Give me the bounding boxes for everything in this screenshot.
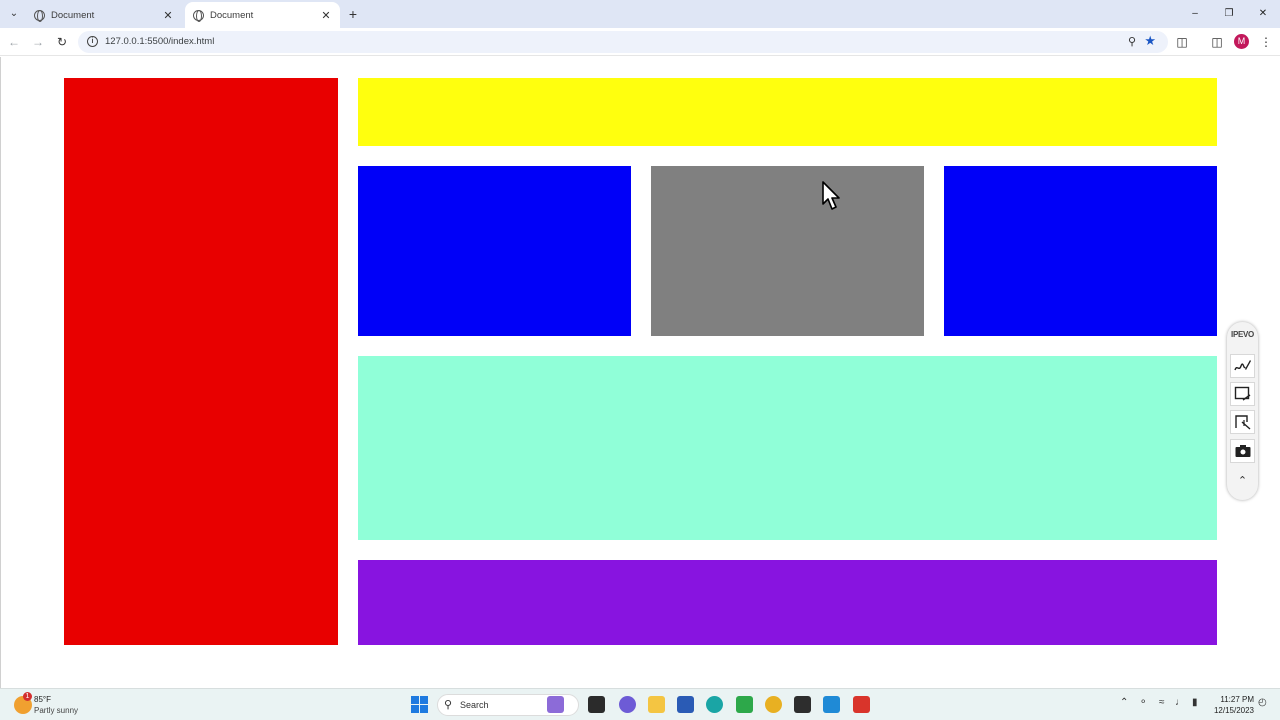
close-window-icon[interactable]: ✕ bbox=[1246, 0, 1280, 28]
forward-arrow-icon[interactable]: → bbox=[30, 34, 46, 50]
vscode-icon[interactable] bbox=[823, 696, 840, 713]
zoom-magnifier-icon[interactable]: ⚲ bbox=[1128, 35, 1136, 48]
browser-toolbar: ← → ↻ i 127.0.0.1:5500/index.html ⚲ ★ ◫ … bbox=[0, 28, 1280, 56]
page-viewport bbox=[0, 57, 1280, 688]
capture-region-icon[interactable] bbox=[1230, 382, 1255, 406]
weather-badge: 1 bbox=[23, 692, 32, 701]
browser-tab-strip: ⌄ Document ✕ Document ✕ + – ❐ ✕ bbox=[0, 0, 1280, 28]
weather-description[interactable]: Partly sunny bbox=[34, 706, 78, 715]
file-explorer-icon[interactable] bbox=[648, 696, 665, 713]
restore-icon[interactable]: ❐ bbox=[1212, 0, 1246, 28]
new-tab-plus-icon[interactable]: + bbox=[346, 6, 360, 22]
aquamarine-main-box bbox=[358, 356, 1217, 540]
search-label: Search bbox=[460, 700, 489, 710]
tab-title: Document bbox=[51, 9, 95, 21]
back-arrow-icon[interactable]: ← bbox=[6, 34, 22, 50]
ipevo-floating-toolbar: IPEVO ⌃ bbox=[1227, 322, 1258, 500]
tab-search-chevron-icon[interactable]: ⌄ bbox=[6, 6, 22, 22]
globe-icon bbox=[193, 9, 204, 22]
windows-taskbar: 1 85°F Partly sunny ⚲ Search ⌃ ⚬ ≈ ♩ ▮ 1… bbox=[0, 688, 1280, 720]
red-sidebar-box bbox=[64, 78, 338, 645]
site-info-icon[interactable]: i bbox=[87, 36, 98, 47]
more-menu-icon[interactable]: ⋮ bbox=[1257, 33, 1275, 51]
reload-icon[interactable]: ↻ bbox=[54, 34, 70, 50]
windows-start-icon[interactable] bbox=[411, 696, 428, 713]
battery-icon[interactable]: ▮ bbox=[1192, 697, 1198, 708]
store-icon[interactable] bbox=[677, 696, 694, 713]
volume-icon[interactable]: ♩ bbox=[1175, 697, 1185, 708]
weather-temperature[interactable]: 85°F bbox=[34, 695, 51, 704]
close-tab-icon[interactable]: ✕ bbox=[162, 9, 174, 22]
search-highlight-icon[interactable] bbox=[547, 696, 564, 713]
browser-tab-2-active[interactable]: Document ✕ bbox=[185, 2, 340, 28]
browser-tab-1[interactable]: Document ✕ bbox=[26, 2, 182, 28]
search-icon: ⚲ bbox=[444, 699, 453, 711]
notification-bell-icon[interactable]: ◴ bbox=[1258, 697, 1267, 708]
wifi-icon[interactable]: ≈ bbox=[1159, 697, 1165, 708]
minimize-icon[interactable]: – bbox=[1178, 0, 1212, 28]
extensions-puzzle-icon[interactable]: ◫ bbox=[1173, 33, 1191, 51]
blue-card-left bbox=[358, 166, 631, 336]
edge-browser-icon[interactable] bbox=[706, 696, 723, 713]
task-view-icon[interactable] bbox=[588, 696, 605, 713]
ipevo-logo: IPEVO bbox=[1231, 330, 1254, 339]
globe-icon bbox=[34, 9, 45, 22]
chat-icon[interactable] bbox=[619, 696, 636, 713]
side-panel-icon[interactable]: ◫ bbox=[1208, 33, 1226, 51]
camera-icon[interactable] bbox=[1230, 439, 1255, 463]
blue-card-right bbox=[944, 166, 1217, 336]
bookmark-star-icon[interactable]: ★ bbox=[1144, 33, 1156, 49]
clock-time[interactable]: 11:27 PM bbox=[1212, 695, 1254, 704]
url-text[interactable]: 127.0.0.1:5500/index.html bbox=[105, 35, 214, 49]
chevron-up-icon[interactable]: ⌃ bbox=[1230, 472, 1255, 490]
microphone-icon[interactable]: ⚬ bbox=[1139, 697, 1147, 708]
purple-footer-box bbox=[358, 560, 1217, 645]
window-controls: – ❐ ✕ bbox=[1178, 0, 1280, 28]
clock-date[interactable]: 12/15/2023 bbox=[1208, 706, 1254, 715]
mouse-pointer-icon bbox=[822, 181, 840, 210]
gray-card-middle bbox=[651, 166, 924, 336]
chrome-browser-icon[interactable] bbox=[765, 696, 782, 713]
snip-icon[interactable] bbox=[1230, 410, 1255, 434]
close-tab-icon[interactable]: ✕ bbox=[320, 9, 332, 22]
camtasia-icon[interactable] bbox=[736, 696, 753, 713]
recorder-app-icon[interactable] bbox=[853, 696, 870, 713]
terminal-icon[interactable] bbox=[794, 696, 811, 713]
tab-title: Document bbox=[210, 9, 254, 21]
tray-overflow-chevron-icon[interactable]: ⌃ bbox=[1120, 697, 1128, 708]
yellow-header-box bbox=[358, 78, 1217, 146]
profile-avatar[interactable]: M bbox=[1234, 34, 1249, 49]
annotate-icon[interactable] bbox=[1230, 354, 1255, 378]
address-bar[interactable]: i 127.0.0.1:5500/index.html ⚲ ★ bbox=[78, 31, 1168, 53]
